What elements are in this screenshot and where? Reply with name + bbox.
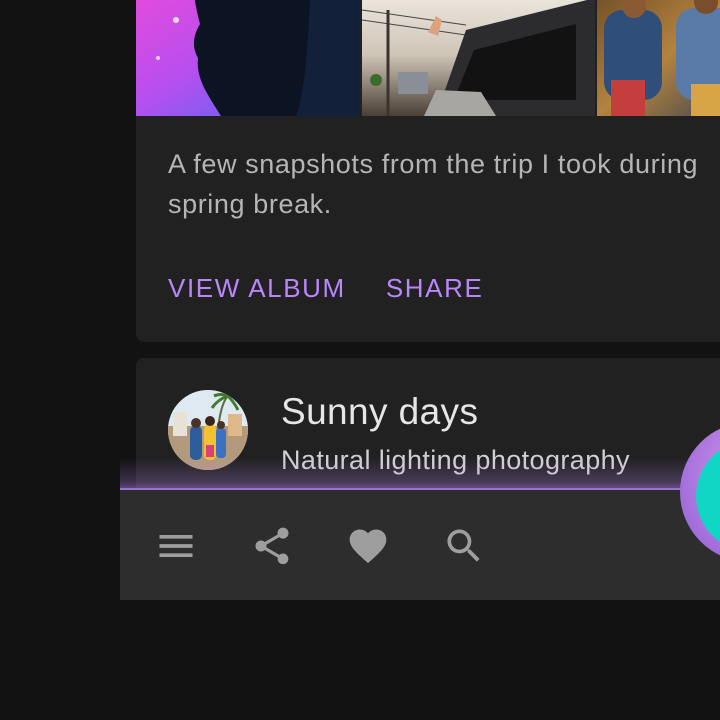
bottom-app-bar xyxy=(120,488,720,600)
app-viewport: A few snapshots from the trip I took dur… xyxy=(0,0,720,720)
post-title: Sunny days xyxy=(281,391,479,432)
post-subtitle: Natural lighting photography xyxy=(281,445,630,475)
share-button[interactable]: SHARE xyxy=(386,268,484,308)
album-photo-strip xyxy=(136,0,720,116)
avatar xyxy=(168,390,248,470)
album-photo-2 xyxy=(361,0,595,116)
share-icon[interactable] xyxy=(250,524,294,568)
favorite-icon[interactable] xyxy=(346,524,390,568)
menu-icon[interactable] xyxy=(154,524,198,568)
album-actions: VIEW ALBUM SHARE xyxy=(168,268,483,308)
album-description: A few snapshots from the trip I took dur… xyxy=(168,149,699,219)
view-album-button[interactable]: VIEW ALBUM xyxy=(168,268,346,308)
album-photo-1 xyxy=(136,0,359,116)
search-icon[interactable] xyxy=(442,524,486,568)
album-card: A few snapshots from the trip I took dur… xyxy=(136,0,720,342)
album-photo-3 xyxy=(597,0,720,116)
